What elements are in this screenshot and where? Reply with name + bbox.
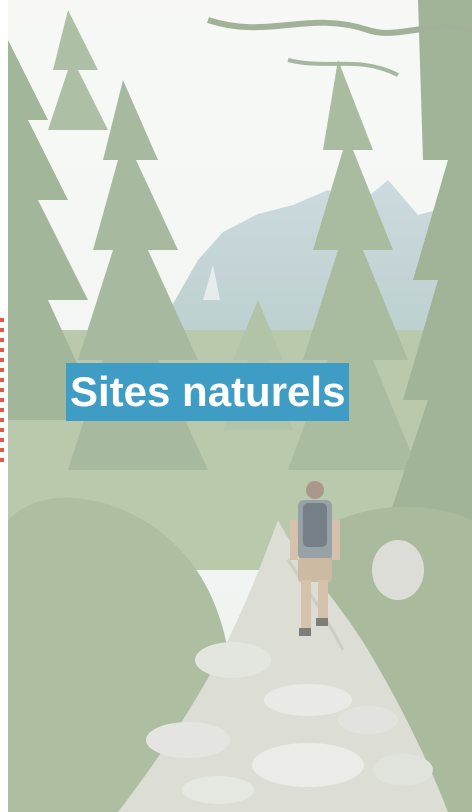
page: Sites naturels: [0, 0, 472, 812]
card-title-wrap: Sites naturels: [66, 362, 350, 422]
natural-sites-card[interactable]: Sites naturels: [8, 0, 472, 812]
decorative-dotted-edge: [0, 318, 4, 468]
card-title[interactable]: Sites naturels: [66, 363, 350, 421]
